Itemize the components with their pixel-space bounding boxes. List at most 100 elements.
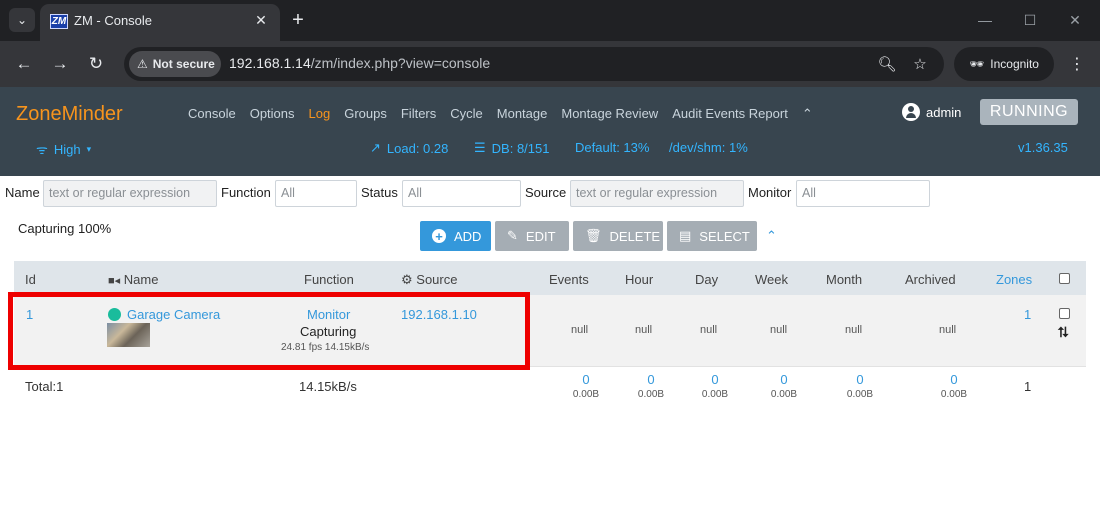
monitor-filter-label: Monitor [748, 185, 792, 200]
col-archived[interactable]: Archived [905, 272, 956, 287]
edit-button[interactable]: ✎ EDIT [495, 221, 569, 251]
total-week-size: 0.00B [770, 389, 798, 400]
edit-label: EDIT [525, 228, 556, 244]
col-month[interactable]: Month [826, 272, 862, 287]
zones-link[interactable]: 1 [1024, 307, 1031, 322]
month-value: null [845, 324, 863, 336]
user-circle-icon [902, 103, 920, 121]
col-function[interactable]: Function [304, 272, 354, 287]
col-week[interactable]: Week [755, 272, 788, 287]
address-bar[interactable]: ⚠ Not secure 192.168.1.14/zm/index.php?v… [124, 47, 944, 81]
chevron-up-icon[interactable]: ⌃ [766, 228, 777, 244]
total-zones: 1 [1024, 379, 1032, 394]
db-text: DB: 8/151 [491, 140, 550, 156]
total-archived-link[interactable]: 0 [939, 372, 969, 387]
name-filter-input[interactable]: text or regular expression [43, 180, 217, 207]
incognito-badge[interactable]: 🕶︎ Incognito [954, 47, 1054, 81]
bandwidth-dropdown[interactable]: ᯤ High ▾ [36, 140, 91, 158]
url-host: 192.168.1.14 [229, 55, 311, 71]
col-hour[interactable]: Hour [625, 272, 653, 287]
minimize-icon[interactable]: — [970, 8, 1000, 32]
zm-brand[interactable]: ZoneMinder [16, 103, 123, 126]
capturing-status: Capturing 100% [18, 221, 112, 236]
col-id[interactable]: Id [25, 272, 36, 287]
source-filter-input[interactable]: text or regular expression [570, 180, 744, 207]
menu-filters[interactable]: Filters [401, 106, 436, 122]
col-name[interactable]: ■◂ Name [108, 272, 158, 287]
forward-arrow-icon[interactable]: → [48, 52, 72, 76]
zm-main-menu: Console Options Log Groups Filters Cycle… [188, 106, 827, 122]
back-arrow-icon[interactable]: ← [12, 52, 36, 76]
menu-console[interactable]: Console [188, 106, 236, 122]
menu-options[interactable]: Options [250, 106, 295, 122]
col-events[interactable]: Events [549, 272, 589, 287]
total-archived-size: 0.00B [940, 389, 968, 400]
zm-navbar: ZoneMinder Console Options Log Groups Fi… [0, 87, 1100, 176]
monitor-table-header: Id ■◂ Name Function ⚙ Source Events Hour… [14, 261, 1086, 295]
reload-icon[interactable]: ↻ [84, 52, 108, 76]
warning-triangle-icon: ⚠ [137, 57, 148, 71]
col-source-label: Source [416, 272, 458, 287]
menu-cycle[interactable]: Cycle [450, 106, 483, 122]
status-filter-select[interactable]: All [402, 180, 521, 207]
maximize-icon[interactable]: ☐ [1015, 8, 1045, 32]
collapse-chevron-icon[interactable]: ⌃ [802, 106, 813, 122]
col-zones[interactable]: Zones [996, 272, 1032, 287]
total-hour-link[interactable]: 0 [636, 372, 666, 387]
bandwidth-label: High [53, 141, 81, 157]
row-checkbox[interactable] [1059, 308, 1070, 319]
total-month-size: 0.00B [846, 389, 874, 400]
trend-up-icon: ↗ [370, 140, 381, 155]
total-bandwidth: 14.15kB/s [299, 379, 357, 394]
incognito-icon: 🕶︎ [969, 57, 985, 71]
trash-icon: 🗑︎ [585, 228, 602, 243]
menu-montage[interactable]: Montage [497, 106, 548, 122]
select-all-checkbox[interactable] [1059, 273, 1070, 284]
menu-audit-events-report[interactable]: Audit Events Report [672, 106, 788, 122]
function-filter-label: Function [221, 185, 271, 200]
zoom-icon[interactable]: 🔍︎ [876, 53, 898, 75]
menu-groups[interactable]: Groups [344, 106, 387, 122]
close-window-icon[interactable]: ✕ [1060, 8, 1090, 32]
tab-title: ZM - Console [74, 13, 153, 28]
load-text: Load: 0.28 [386, 140, 449, 156]
delete-label: DELETE [609, 228, 661, 244]
browser-tab[interactable]: ZM ZM - Console ✕ [40, 4, 280, 41]
security-label: Not secure [152, 57, 215, 71]
monitor-filter-select[interactable]: All [796, 180, 930, 207]
user-menu[interactable]: admin [902, 103, 961, 121]
delete-button[interactable]: 🗑︎ DELETE [573, 221, 663, 251]
total-events-link[interactable]: 0 [571, 372, 601, 387]
col-day[interactable]: Day [695, 272, 718, 287]
total-week-link[interactable]: 0 [769, 372, 799, 387]
tab-close-icon[interactable]: ✕ [251, 10, 271, 30]
new-tab-icon[interactable]: + [286, 8, 310, 32]
highlight-box [8, 292, 530, 370]
run-state-button[interactable]: RUNNING [980, 99, 1078, 125]
bookmark-star-icon[interactable]: ☆ [909, 53, 931, 75]
shm-indicator: /dev/shm: 1% [669, 140, 748, 155]
version-text[interactable]: v1.36.35 [1018, 140, 1068, 155]
col-source[interactable]: ⚙ Source [401, 272, 457, 288]
select-button[interactable]: ▤ SELECT [667, 221, 757, 251]
add-monitor-button[interactable]: + ADD [420, 221, 491, 251]
tab-search-button[interactable]: ⌄ [9, 8, 35, 32]
total-month-link[interactable]: 0 [845, 372, 875, 387]
video-camera-icon: ■◂ [108, 275, 121, 287]
hour-value: null [635, 324, 653, 336]
total-day-link[interactable]: 0 [700, 372, 730, 387]
list-icon: ▤ [679, 228, 692, 243]
incognito-label: Incognito [990, 57, 1039, 71]
status-filter-label: Status [361, 185, 398, 200]
security-chip[interactable]: ⚠ Not secure [129, 51, 221, 77]
total-hour-size: 0.00B [637, 389, 665, 400]
pencil-icon: ✎ [507, 228, 518, 243]
sort-arrows-icon[interactable]: ⮁ [1057, 324, 1068, 341]
name-filter-label: Name [5, 185, 40, 200]
menu-log[interactable]: Log [309, 106, 331, 122]
function-filter-select[interactable]: All [275, 180, 357, 207]
wifi-icon: ᯤ [36, 142, 48, 157]
browser-menu-icon[interactable]: ⋮ [1066, 53, 1088, 75]
total-count: Total:1 [25, 379, 64, 394]
menu-montage-review[interactable]: Montage Review [561, 106, 658, 122]
